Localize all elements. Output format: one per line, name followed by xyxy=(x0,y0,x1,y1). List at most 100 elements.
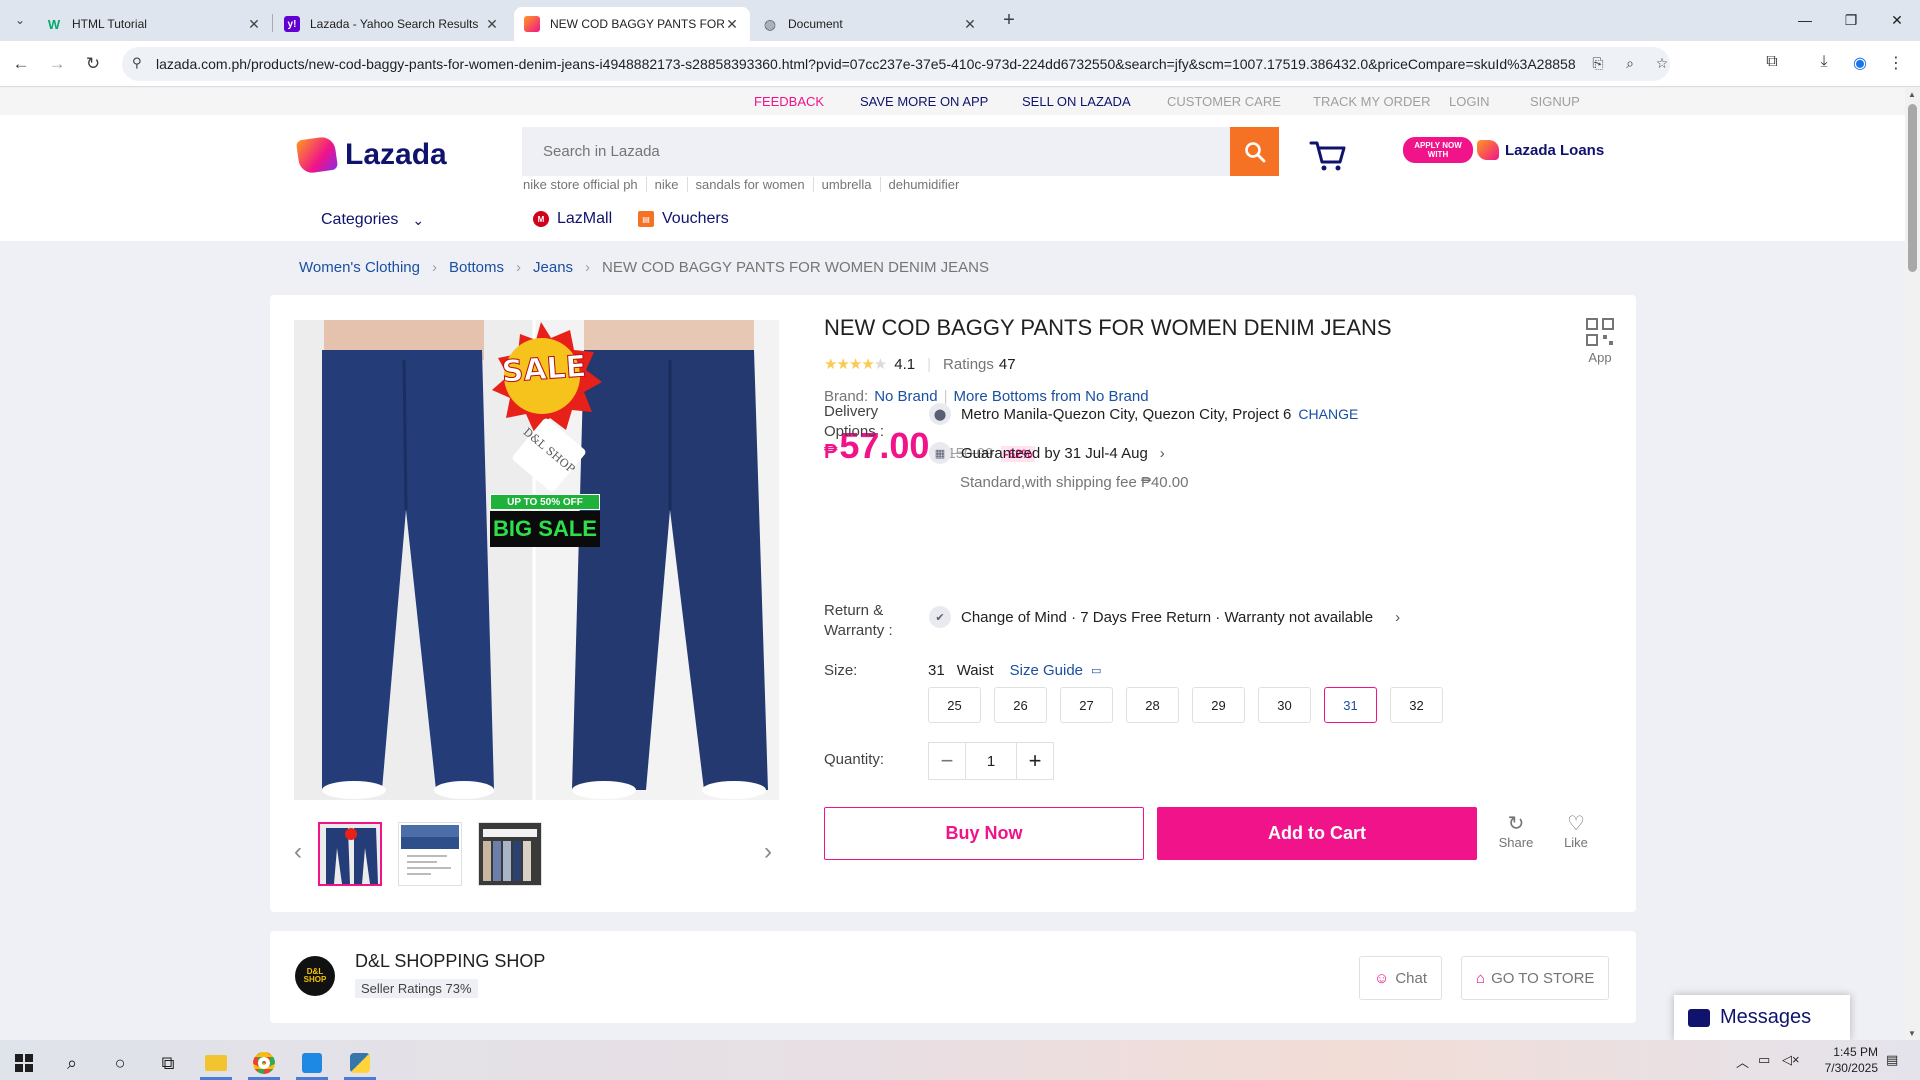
forward-button[interactable]: → xyxy=(44,51,70,77)
thumbnail-image[interactable] xyxy=(398,822,462,886)
change-location-link[interactable]: CHANGE xyxy=(1298,406,1358,422)
page-scrollbar[interactable]: ▲ ▼ xyxy=(1905,88,1920,1040)
file-explorer-icon[interactable] xyxy=(192,1046,240,1080)
hotword-link[interactable]: dehumidifier xyxy=(879,177,968,192)
extensions-icon[interactable]: ⧉ xyxy=(1760,53,1784,77)
hotword-link[interactable]: nike xyxy=(645,177,687,192)
decrease-quantity-button[interactable]: − xyxy=(929,743,965,779)
size-guide-link[interactable]: Size Guide xyxy=(1010,662,1083,679)
rating-summary[interactable]: ★★★★★ 4.1 | Ratings 47 xyxy=(824,355,1016,374)
browser-tab-html-tutorial[interactable]: W HTML Tutorial ✕ xyxy=(36,7,272,41)
chevron-left-icon[interactable]: ‹ xyxy=(294,838,302,866)
search-icon[interactable]: ⌕ xyxy=(48,1046,96,1080)
quantity-value[interactable]: 1 xyxy=(965,743,1017,779)
signup-link[interactable]: SIGNUP xyxy=(1530,94,1580,109)
close-window-button[interactable]: ✕ xyxy=(1874,8,1920,34)
hotword-link[interactable]: sandals for women xyxy=(686,177,813,192)
scrollbar-thumb[interactable] xyxy=(1908,104,1917,272)
search-input[interactable] xyxy=(522,127,1230,176)
vscode-icon[interactable] xyxy=(288,1046,336,1080)
share-icon: ↻ xyxy=(1507,813,1525,835)
vouchers-link[interactable]: ▤ Vouchers xyxy=(638,210,729,228)
close-tab-icon[interactable]: ✕ xyxy=(724,16,740,33)
close-tab-icon[interactable]: ✕ xyxy=(484,16,500,33)
categories-menu[interactable]: Categories ⌄ xyxy=(321,211,424,229)
browser-tab-document[interactable]: ◍ Document ✕ xyxy=(752,7,988,41)
downloads-icon[interactable]: ⤓ xyxy=(1812,53,1836,77)
go-to-store-button[interactable]: ⌂ GO TO STORE xyxy=(1461,956,1610,1000)
lazada-logo[interactable]: Lazada xyxy=(295,135,447,175)
back-button[interactable]: ← xyxy=(8,51,34,77)
reload-button[interactable]: ↻ xyxy=(80,51,106,77)
breadcrumb-link[interactable]: Jeans xyxy=(533,259,573,276)
size-option-selected[interactable]: 31 xyxy=(1324,687,1377,723)
url-text[interactable]: lazada.com.ph/products/new-cod-baggy-pan… xyxy=(156,56,1576,72)
cortana-icon[interactable]: ○ xyxy=(96,1046,144,1080)
buy-now-button[interactable]: Buy Now xyxy=(824,807,1144,860)
add-to-cart-button[interactable]: Add to Cart xyxy=(1157,807,1477,860)
restore-button[interactable]: ❐ xyxy=(1828,8,1874,34)
size-option[interactable]: 26 xyxy=(994,687,1047,723)
install-app-icon[interactable]: ⎘ xyxy=(1588,55,1608,75)
lazmall-link[interactable]: M LazMall xyxy=(533,210,612,228)
size-option[interactable]: 25 xyxy=(928,687,981,723)
chrome-icon[interactable] xyxy=(240,1046,288,1080)
cart-button[interactable] xyxy=(1308,135,1348,175)
hotword-link[interactable]: umbrella xyxy=(812,177,880,192)
hotword-link[interactable]: nike store official ph xyxy=(523,177,646,192)
windows-start-icon[interactable] xyxy=(0,1046,48,1080)
python-idle-icon[interactable] xyxy=(336,1046,384,1080)
product-main-image[interactable]: SALE D&L SHOP UP TO 50% OFF BIG SALE xyxy=(294,320,779,800)
size-option[interactable]: 28 xyxy=(1126,687,1179,723)
bookmark-star-icon[interactable]: ☆ xyxy=(1652,55,1672,75)
seller-name[interactable]: D&L SHOPPING SHOP xyxy=(355,951,545,972)
scroll-down-icon[interactable]: ▼ xyxy=(1908,1029,1916,1038)
network-icon[interactable]: ▭ xyxy=(1758,1052,1770,1068)
chat-button[interactable]: ☺ Chat xyxy=(1359,956,1443,1000)
share-button[interactable]: ↻ Share xyxy=(1496,813,1536,850)
customer-care-link[interactable]: CUSTOMER CARE xyxy=(1167,94,1281,109)
system-clock[interactable]: 1:45 PM 7/30/2025 xyxy=(1818,1044,1878,1076)
app-qr-button[interactable]: App xyxy=(1583,317,1617,365)
messages-button[interactable]: Messages xyxy=(1674,995,1850,1040)
increase-quantity-button[interactable]: + xyxy=(1017,743,1053,779)
big-sale-banner: BIG SALE xyxy=(490,511,600,547)
thumbnail-image[interactable] xyxy=(318,822,382,886)
size-option[interactable]: 30 xyxy=(1258,687,1311,723)
login-link[interactable]: LOGIN xyxy=(1449,94,1489,109)
size-option[interactable]: 32 xyxy=(1390,687,1443,723)
search-button[interactable] xyxy=(1230,127,1279,176)
site-info-icon[interactable]: ⚲ xyxy=(132,55,142,71)
size-option[interactable]: 29 xyxy=(1192,687,1245,723)
task-view-icon[interactable]: ⧉ xyxy=(144,1046,192,1080)
guaranteed-delivery-row[interactable]: ▦ Guaranteed by 31 Jul-4 Aug › xyxy=(929,442,1165,464)
minimize-button[interactable]: — xyxy=(1782,8,1828,34)
zoom-icon[interactable]: ⌕ xyxy=(1620,55,1640,75)
breadcrumb-link[interactable]: Women's Clothing xyxy=(299,259,420,276)
chrome-menu-icon[interactable]: ⋮ xyxy=(1884,53,1908,77)
save-more-on-app-link[interactable]: SAVE MORE ON APP xyxy=(860,94,988,109)
volume-muted-icon[interactable]: ◁× xyxy=(1782,1052,1800,1068)
browser-tab-lazada[interactable]: NEW COD BAGGY PANTS FOR W ✕ xyxy=(514,7,750,41)
show-hidden-icons[interactable]: ︿ xyxy=(1736,1052,1749,1071)
breadcrumb-link[interactable]: Bottoms xyxy=(449,259,504,276)
like-button[interactable]: ♡ Like xyxy=(1556,813,1596,850)
tab-search-icon[interactable]: ⌄ xyxy=(8,8,32,32)
address-bar[interactable]: ⚲ lazada.com.ph/products/new-cod-baggy-p… xyxy=(122,47,1670,81)
close-tab-icon[interactable]: ✕ xyxy=(246,16,262,33)
thumbnail-image[interactable] xyxy=(478,822,542,886)
close-tab-icon[interactable]: ✕ xyxy=(962,16,978,33)
size-option[interactable]: 27 xyxy=(1060,687,1113,723)
feedback-link[interactable]: FEEDBACK xyxy=(754,94,824,109)
seller-avatar[interactable]: D&L SHOP xyxy=(295,956,335,996)
browser-tab-yahoo[interactable]: y! Lazada - Yahoo Search Results ✕ xyxy=(274,7,510,41)
lazada-loans-banner[interactable]: APPLY NOW WITH Lazada Loans xyxy=(1403,137,1604,163)
profile-icon[interactable]: ◉ xyxy=(1848,53,1872,77)
new-tab-button[interactable]: + xyxy=(996,8,1022,34)
scroll-up-icon[interactable]: ▲ xyxy=(1908,90,1916,99)
chevron-right-icon[interactable]: › xyxy=(764,838,772,866)
return-policy-row[interactable]: ✔ Change of Mind · 7 Days Free Return · … xyxy=(929,606,1400,628)
notifications-icon[interactable]: ▤ xyxy=(1886,1052,1898,1068)
track-my-order-link[interactable]: TRACK MY ORDER xyxy=(1313,94,1431,109)
sell-on-lazada-link[interactable]: SELL ON LAZADA xyxy=(1022,94,1131,109)
